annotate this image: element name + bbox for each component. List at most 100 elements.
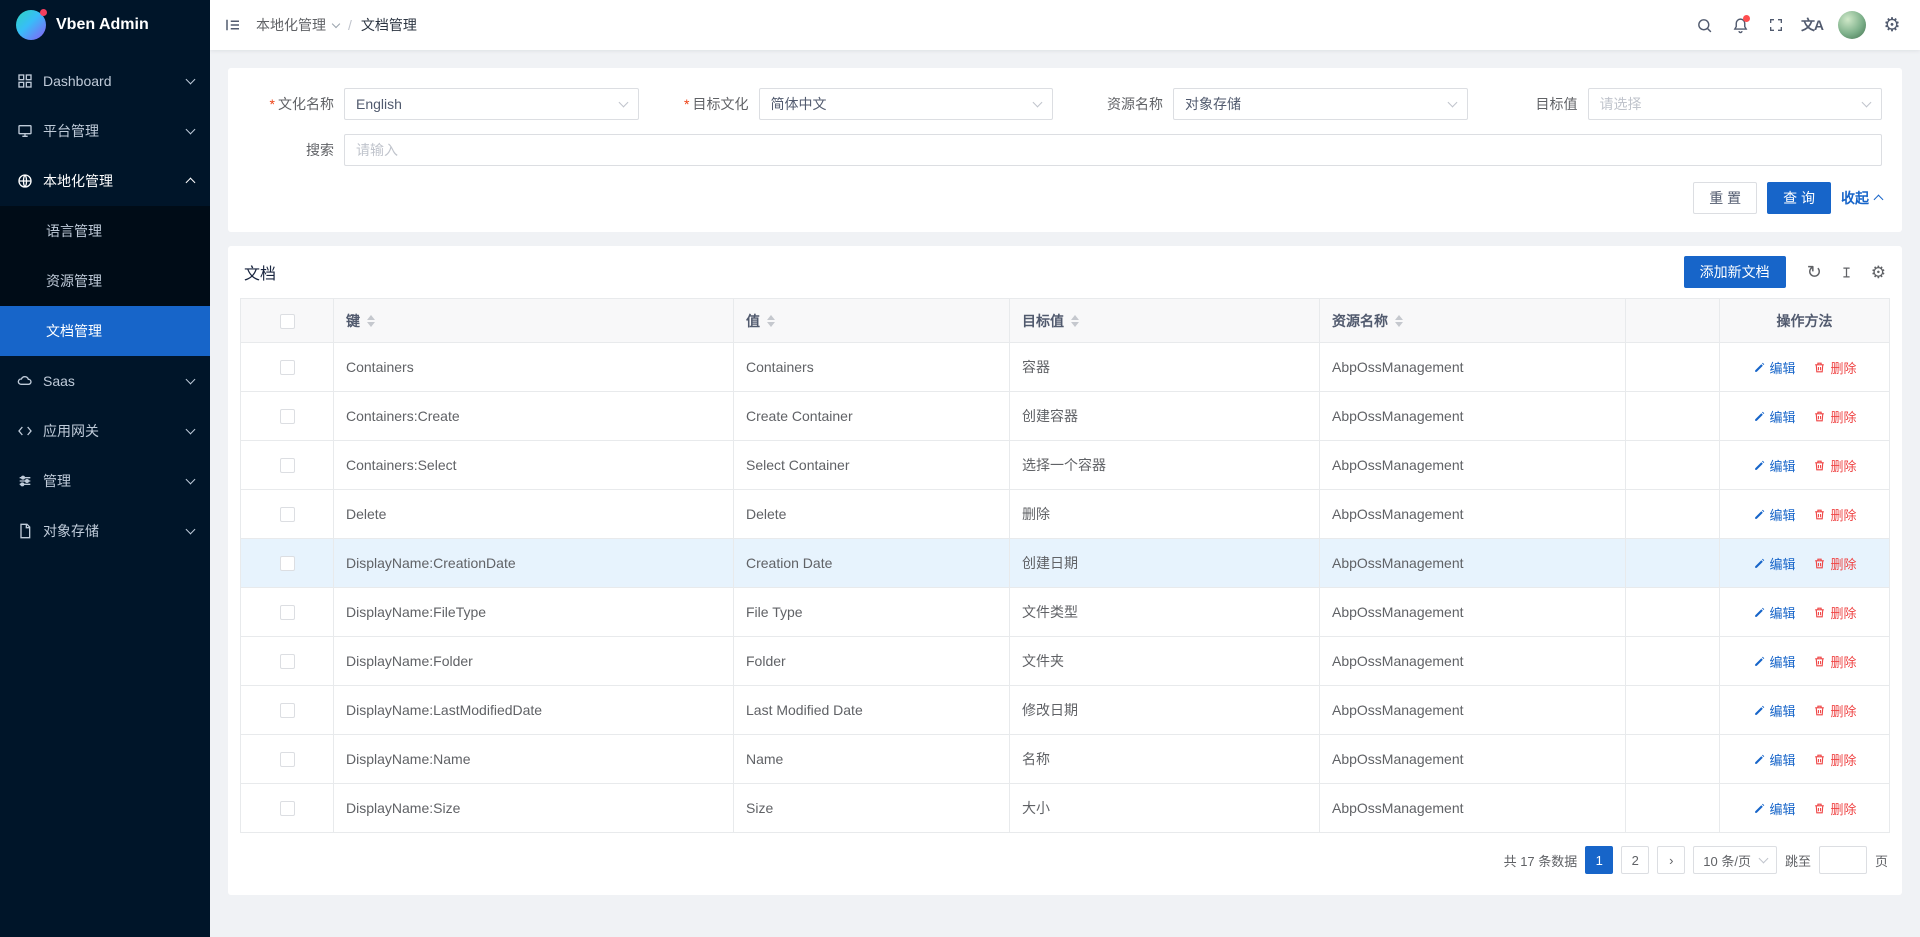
resource-select[interactable]: 对象存储 <box>1173 88 1468 120</box>
cell-resource: AbpOssManagement <box>1320 392 1626 441</box>
row-checkbox[interactable] <box>280 458 295 473</box>
row-height-icon[interactable] <box>1839 265 1854 280</box>
trash-icon <box>1813 704 1826 717</box>
edit-button[interactable]: 编辑 <box>1753 407 1796 426</box>
resource-field: 资源名称 对象存储 <box>1077 88 1468 120</box>
row-checkbox[interactable] <box>280 360 295 375</box>
gateway-icon <box>16 423 33 440</box>
edit-button[interactable]: 编辑 <box>1753 554 1796 573</box>
pencil-icon <box>1753 802 1766 815</box>
sidebar-item-dashboard[interactable]: Dashboard <box>0 56 210 106</box>
chevron-down-icon <box>332 19 340 27</box>
search-icon[interactable] <box>1686 0 1722 50</box>
delete-button[interactable]: 删除 <box>1813 554 1856 573</box>
row-checkbox[interactable] <box>280 654 295 669</box>
avatar[interactable] <box>1838 11 1866 39</box>
page-button-2[interactable]: 2 <box>1621 846 1649 874</box>
localization-submenu: 语言管理 资源管理 文档管理 <box>0 206 210 356</box>
reset-button[interactable]: 重 置 <box>1693 182 1757 214</box>
target-value-select[interactable]: 请选择 <box>1588 88 1883 120</box>
target-culture-select[interactable]: 简体中文 <box>759 88 1054 120</box>
collapse-toggle[interactable]: 收起 <box>1841 188 1882 208</box>
edit-button[interactable]: 编辑 <box>1753 358 1796 377</box>
cell-key: Containers <box>334 343 734 392</box>
trash-icon <box>1813 508 1826 521</box>
top-header: 本地化管理 / 文档管理 <box>210 0 1920 50</box>
jump-page-input[interactable] <box>1819 846 1867 874</box>
sidebar-item-resource-management[interactable]: 资源管理 <box>0 256 210 306</box>
cell-value: Delete <box>734 490 1010 539</box>
row-checkbox[interactable] <box>280 752 295 767</box>
row-checkbox[interactable] <box>280 605 295 620</box>
filter-grid: 文化名称 English 目标文化 简体中文 <box>248 88 1882 120</box>
delete-button[interactable]: 删除 <box>1813 407 1856 426</box>
table-row: Delete Delete 删除 AbpOssManagement 编辑 删除 <box>241 490 1890 539</box>
edit-button[interactable]: 编辑 <box>1753 799 1796 818</box>
edit-button[interactable]: 编辑 <box>1753 456 1796 475</box>
page-size-select[interactable]: 10 条/页 <box>1693 846 1777 874</box>
row-checkbox[interactable] <box>280 507 295 522</box>
add-document-button[interactable]: 添加新文档 <box>1684 256 1786 288</box>
delete-button[interactable]: 删除 <box>1813 701 1856 720</box>
column-header-value[interactable]: 值 <box>734 299 1010 343</box>
resource-label: 资源名称 <box>1077 94 1173 114</box>
sidebar-item-object-storage[interactable]: 对象存储 <box>0 506 210 556</box>
row-checkbox[interactable] <box>280 409 295 424</box>
table-row: Containers:Select Select Container 选择一个容… <box>241 441 1890 490</box>
sidebar-item-platform[interactable]: 平台管理 <box>0 106 210 156</box>
delete-button[interactable]: 删除 <box>1813 505 1856 524</box>
edit-button[interactable]: 编辑 <box>1753 505 1796 524</box>
search-input[interactable] <box>344 134 1882 166</box>
row-checkbox-cell <box>241 588 334 637</box>
logo[interactable]: Vben Admin <box>0 0 210 50</box>
delete-button[interactable]: 删除 <box>1813 799 1856 818</box>
query-button[interactable]: 查 询 <box>1767 182 1831 214</box>
page-button-1[interactable]: 1 <box>1585 846 1613 874</box>
edit-button[interactable]: 编辑 <box>1753 652 1796 671</box>
sidebar-item-management[interactable]: 管理 <box>0 456 210 506</box>
column-settings-gear-icon[interactable]: ⚙ <box>1871 264 1886 281</box>
sidebar-fold-icon[interactable] <box>210 0 256 50</box>
select-all-checkbox[interactable] <box>280 314 295 329</box>
edit-button[interactable]: 编辑 <box>1753 701 1796 720</box>
row-checkbox[interactable] <box>280 703 295 718</box>
delete-button[interactable]: 删除 <box>1813 603 1856 622</box>
cell-resource: AbpOssManagement <box>1320 735 1626 784</box>
sidebar-item-document-management[interactable]: 文档管理 <box>0 306 210 356</box>
cell-target: 大小 <box>1010 784 1320 833</box>
culture-select[interactable]: English <box>344 88 639 120</box>
refresh-icon[interactable]: ↻ <box>1807 263 1822 281</box>
table-row: DisplayName:LastModifiedDate Last Modifi… <box>241 686 1890 735</box>
column-header-target[interactable]: 目标值 <box>1010 299 1320 343</box>
translate-icon[interactable]: 文A <box>1794 0 1830 50</box>
notification-badge <box>1743 15 1750 22</box>
settings-gear-icon[interactable]: ⚙ <box>1874 0 1910 50</box>
edit-button[interactable]: 编辑 <box>1753 603 1796 622</box>
cell-spacer <box>1626 784 1720 833</box>
cell-value: Last Modified Date <box>734 686 1010 735</box>
sort-icons <box>1395 315 1403 327</box>
cell-actions: 编辑 删除 <box>1720 490 1890 539</box>
sidebar-item-gateway[interactable]: 应用网关 <box>0 406 210 456</box>
row-checkbox[interactable] <box>280 556 295 571</box>
next-page-button[interactable]: › <box>1657 846 1685 874</box>
delete-button[interactable]: 删除 <box>1813 456 1856 475</box>
breadcrumb-parent[interactable]: 本地化管理 <box>256 15 339 35</box>
notification-bell-icon[interactable] <box>1722 0 1758 50</box>
delete-button[interactable]: 删除 <box>1813 358 1856 377</box>
sidebar-item-localization[interactable]: 本地化管理 <box>0 156 210 206</box>
fullscreen-icon[interactable] <box>1758 0 1794 50</box>
column-header-resource[interactable]: 资源名称 <box>1320 299 1626 343</box>
sidebar-item-language-management[interactable]: 语言管理 <box>0 206 210 256</box>
edit-button[interactable]: 编辑 <box>1753 750 1796 769</box>
cell-target: 容器 <box>1010 343 1320 392</box>
delete-button[interactable]: 删除 <box>1813 652 1856 671</box>
row-checkbox[interactable] <box>280 801 295 816</box>
cell-resource: AbpOssManagement <box>1320 343 1626 392</box>
column-header-key[interactable]: 键 <box>334 299 734 343</box>
sidebar-item-saas[interactable]: Saas <box>0 356 210 406</box>
target-value-label: 目标值 <box>1492 94 1588 114</box>
pencil-icon <box>1753 508 1766 521</box>
filter-actions: 重 置 查 询 收起 <box>248 182 1882 214</box>
delete-button[interactable]: 删除 <box>1813 750 1856 769</box>
